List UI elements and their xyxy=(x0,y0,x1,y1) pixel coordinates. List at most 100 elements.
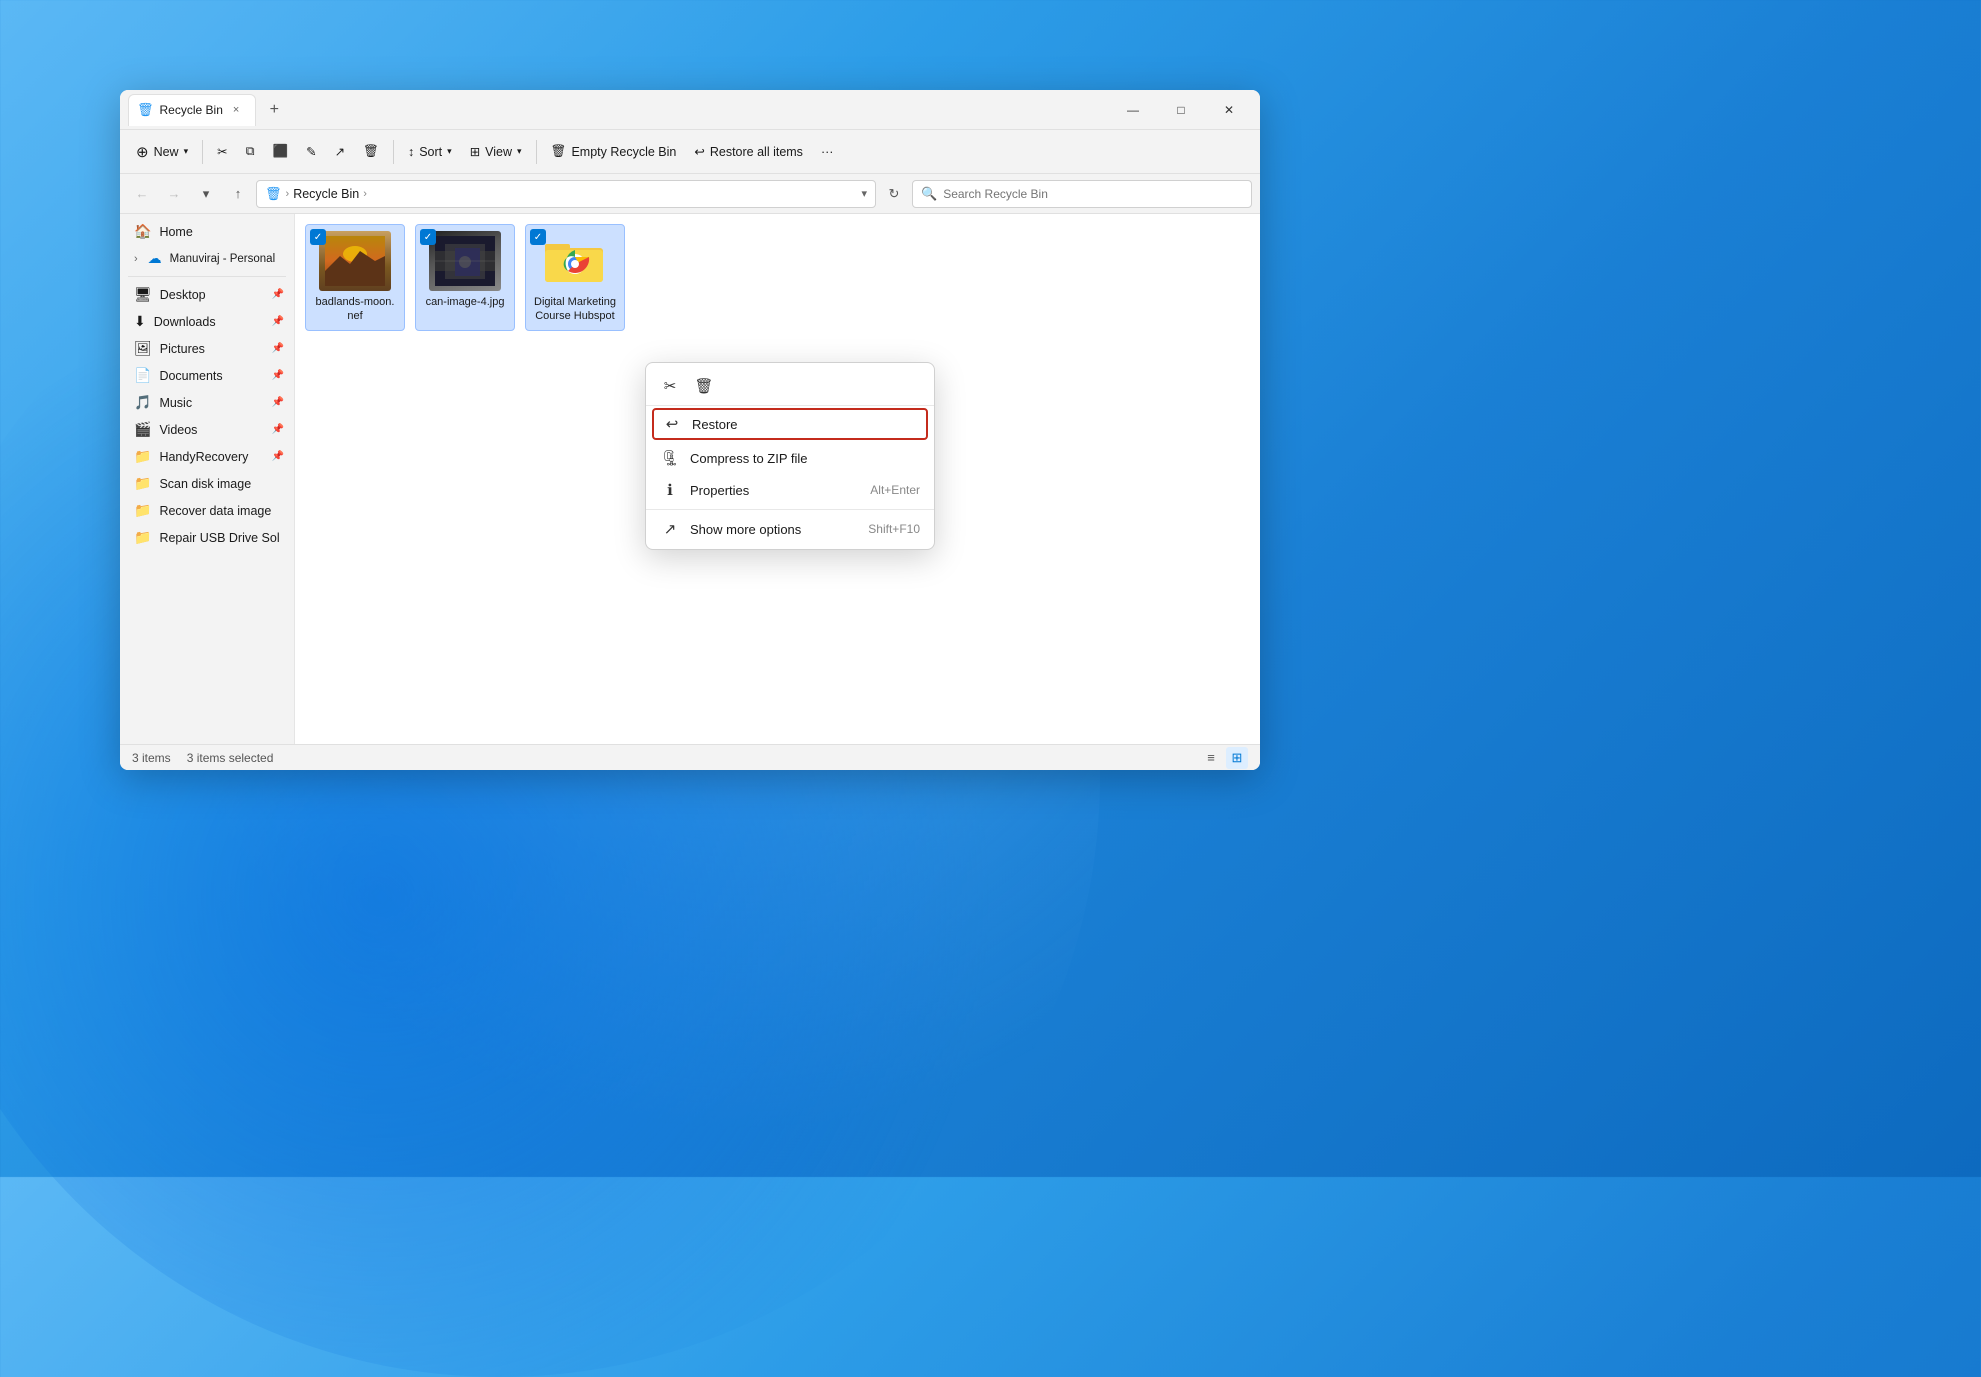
breadcrumb-bar[interactable]: 🗑 › Recycle Bin › ▾ xyxy=(256,180,876,208)
ctx-cut-button[interactable]: ✂ xyxy=(654,371,686,401)
sidebar-videos-label: Videos xyxy=(159,423,197,437)
sidebar-item-scandisk[interactable]: 📁 Scan disk image xyxy=(120,470,294,497)
file-item-folder-dm[interactable]: ✓ xyxy=(525,224,625,331)
toolbar-separator-1 xyxy=(202,140,203,164)
file-label-canjpg: can-image-4.jpg xyxy=(426,295,505,309)
desktop-icon: 🖥 xyxy=(134,286,152,303)
sidebar-divider-1 xyxy=(128,276,286,277)
music-icon: 🎵 xyxy=(134,394,151,411)
close-button[interactable]: ✕ xyxy=(1206,94,1252,126)
maximize-button[interactable]: □ xyxy=(1158,94,1204,126)
sidebar-downloads-label: Downloads xyxy=(154,315,216,329)
file-checkbox-canjpg[interactable]: ✓ xyxy=(420,229,436,245)
sort-button[interactable]: ↕ Sort ▾ xyxy=(400,140,460,164)
file-thumbnail-canjpg xyxy=(429,231,501,291)
sidebar-item-videos[interactable]: 🎬 Videos 📌 xyxy=(120,416,294,443)
tab-area: 🗑 Recycle Bin × + xyxy=(128,94,1110,126)
folder-rd-icon: 📁 xyxy=(134,502,151,519)
sidebar-item-recoverdata[interactable]: 📁 Recover data image xyxy=(120,497,294,524)
view-button[interactable]: ⊞ View ▾ xyxy=(462,139,530,164)
new-button[interactable]: ⊕ New ▾ xyxy=(128,138,196,166)
toolbar-separator-2 xyxy=(393,140,394,164)
more-icon: ··· xyxy=(821,145,834,159)
ctx-properties-icon: ℹ xyxy=(660,481,680,499)
empty-recycle-icon: 🗑 xyxy=(551,144,567,159)
copy-button[interactable]: ⧉ xyxy=(238,139,263,164)
sort-dropdown-arrow: ▾ xyxy=(447,146,452,157)
window-controls: — □ ✕ xyxy=(1110,94,1252,126)
sidebar-item-documents[interactable]: 📄 Documents 📌 xyxy=(120,362,294,389)
downloads-pin-icon: 📌 xyxy=(272,316,284,327)
new-dropdown-arrow: ▾ xyxy=(184,146,189,157)
sidebar-music-label: Music xyxy=(159,396,192,410)
grid-view-button[interactable]: ⊞ xyxy=(1226,747,1248,769)
refresh-button[interactable]: ↻ xyxy=(880,180,908,208)
cloud-icon: ☁ xyxy=(148,250,162,267)
delete-icon: 🗑 xyxy=(363,144,379,159)
more-options-button[interactable]: ··· xyxy=(813,140,842,164)
sidebar-cloud-label: Manuviraj - Personal xyxy=(170,253,275,265)
ctx-more-label: Show more options xyxy=(690,522,858,537)
ctx-properties-item[interactable]: ℹ Properties Alt+Enter xyxy=(646,474,934,506)
videos-icon: 🎬 xyxy=(134,421,151,438)
sidebar-item-pictures[interactable]: 🖼 Pictures 📌 xyxy=(120,335,294,362)
active-tab[interactable]: 🗑 Recycle Bin × xyxy=(128,94,256,126)
toolbar: ⊕ New ▾ ✂ ⧉ ⬛ ✎ ↗ 🗑 ↕ Sort ▾ ⊞ xyxy=(120,130,1260,174)
home-icon: 🏠 xyxy=(134,223,151,240)
sidebar-item-music[interactable]: 🎵 Music 📌 xyxy=(120,389,294,416)
breadcrumb-separator: › xyxy=(286,188,290,200)
ctx-restore-item[interactable]: ↩ Restore xyxy=(652,408,928,440)
ctx-zip-item[interactable]: 🗜 Compress to ZIP file xyxy=(646,442,934,474)
search-icon: 🔍 xyxy=(921,186,937,202)
list-view-button[interactable]: ≡ xyxy=(1200,747,1222,769)
title-bar: 🗑 Recycle Bin × + — □ ✕ xyxy=(120,90,1260,130)
folder-ru-icon: 📁 xyxy=(134,529,151,546)
sidebar-documents-label: Documents xyxy=(159,369,222,383)
ctx-more-icon: ↗ xyxy=(660,520,680,538)
file-thumbnail-badlands xyxy=(319,231,391,291)
ctx-more-shortcut: Shift+F10 xyxy=(868,522,920,536)
rename-button[interactable]: ✎ xyxy=(298,139,324,164)
restore-all-button[interactable]: ↩ Restore all items xyxy=(686,139,811,164)
recent-locations-button[interactable]: ▾ xyxy=(192,180,220,208)
search-box[interactable]: 🔍 xyxy=(912,180,1252,208)
up-button[interactable]: ↑ xyxy=(224,180,252,208)
share-button[interactable]: ↗ xyxy=(327,139,353,164)
file-checkbox-folder-dm[interactable]: ✓ xyxy=(530,229,546,245)
cut-icon: ✂ xyxy=(217,144,227,159)
minimize-button[interactable]: — xyxy=(1110,94,1156,126)
back-button[interactable]: ← xyxy=(128,180,156,208)
handyrecovery-pin-icon: 📌 xyxy=(272,451,284,462)
sidebar-item-handyrecovery[interactable]: 📁 HandyRecovery 📌 xyxy=(120,443,294,470)
file-area[interactable]: ✓ xyxy=(295,214,1260,744)
view-icon: ⊞ xyxy=(470,144,480,159)
ctx-more-item[interactable]: ↗ Show more options Shift+F10 xyxy=(646,513,934,545)
file-item-canjpg[interactable]: ✓ can-image-4.jpg xyxy=(415,224,515,331)
paste-button[interactable]: ⬛ xyxy=(265,139,297,164)
file-item-badlands[interactable]: ✓ xyxy=(305,224,405,331)
address-bar: ← → ▾ ↑ 🗑 › Recycle Bin › ▾ ↻ 🔍 xyxy=(120,174,1260,214)
status-bar: 3 items 3 items selected ≡ ⊞ xyxy=(120,744,1260,770)
expand-icon: › xyxy=(134,253,138,265)
sidebar-item-downloads[interactable]: ⬇ Downloads 📌 xyxy=(120,308,294,335)
tab-close-button[interactable]: × xyxy=(229,102,243,118)
ctx-zip-label: Compress to ZIP file xyxy=(690,451,920,466)
documents-icon: 📄 xyxy=(134,367,151,384)
cut-button[interactable]: ✂ xyxy=(209,139,235,164)
delete-button[interactable]: 🗑 xyxy=(355,139,387,164)
paste-icon: ⬛ xyxy=(273,144,289,159)
sidebar-item-desktop[interactable]: 🖥 Desktop 📌 xyxy=(120,281,294,308)
file-checkbox-badlands[interactable]: ✓ xyxy=(310,229,326,245)
search-input[interactable] xyxy=(943,187,1243,201)
forward-button[interactable]: → xyxy=(160,180,188,208)
ctx-delete-button[interactable]: 🗑 xyxy=(688,371,720,401)
breadcrumb-dropdown[interactable]: ▾ xyxy=(861,187,867,200)
sidebar-item-cloud[interactable]: › ☁ Manuviraj - Personal xyxy=(120,245,294,272)
item-count: 3 items xyxy=(132,751,171,765)
new-tab-button[interactable]: + xyxy=(260,96,288,124)
sidebar-item-home[interactable]: 🏠 Home xyxy=(120,218,294,245)
breadcrumb-recycle-bin[interactable]: Recycle Bin xyxy=(293,187,359,201)
empty-recycle-button[interactable]: 🗑 Empty Recycle Bin xyxy=(543,139,685,164)
sidebar: 🏠 Home › ☁ Manuviraj - Personal 🖥 Deskto… xyxy=(120,214,295,744)
sidebar-item-repairusb[interactable]: 📁 Repair USB Drive Sol xyxy=(120,524,294,551)
